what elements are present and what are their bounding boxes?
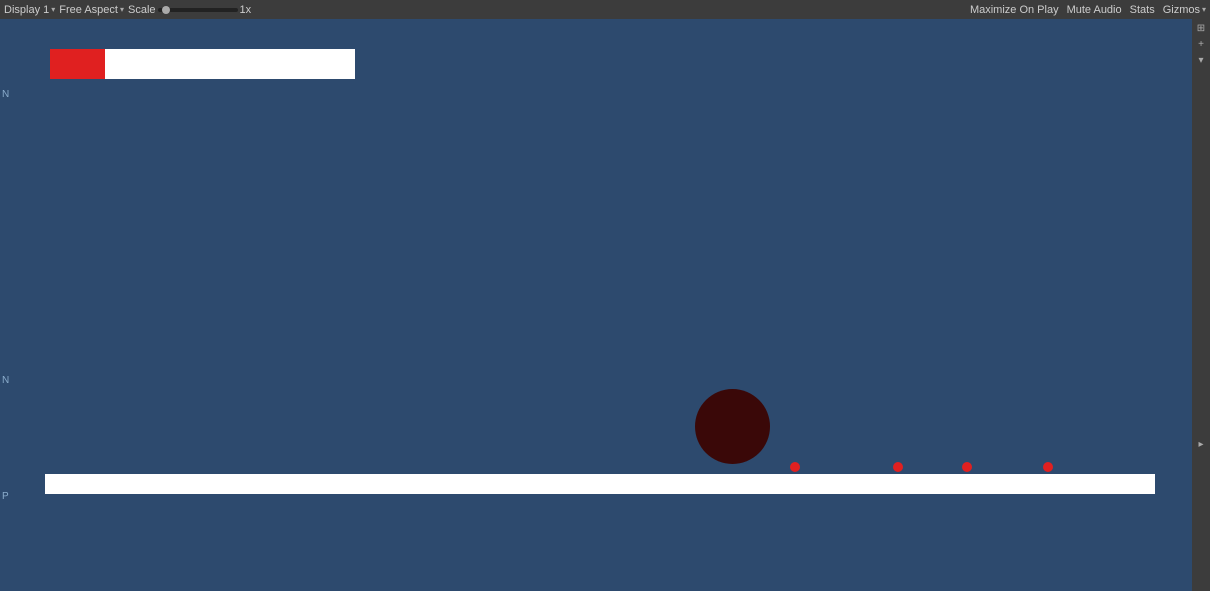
red-dot-4 — [1043, 462, 1053, 472]
hud-red-block — [50, 49, 105, 79]
red-dot-2 — [893, 462, 903, 472]
maximize-label: Maximize On Play — [970, 4, 1059, 16]
aspect-selector[interactable]: Free Aspect ▾ — [59, 4, 124, 16]
red-dot-3 — [962, 462, 972, 472]
mute-audio-button[interactable]: Mute Audio — [1067, 4, 1122, 16]
display-label: Display 1 — [4, 4, 49, 16]
scale-slider[interactable] — [158, 8, 238, 12]
game-view: N N P — [0, 19, 1192, 591]
edge-label-top: N — [2, 89, 9, 100]
down-arrow-icon[interactable]: ▾ — [1194, 53, 1208, 67]
red-dot-1 — [790, 462, 800, 472]
aspect-label: Free Aspect — [59, 4, 118, 16]
ground-platform — [45, 474, 1155, 494]
game-ball — [695, 389, 770, 464]
hud-white-block — [105, 49, 355, 79]
grid-icon[interactable]: ⊞ — [1194, 21, 1208, 35]
scale-thumb — [162, 6, 170, 14]
scale-control: Scale 1x — [128, 4, 251, 16]
edge-label-bot: P — [2, 491, 9, 502]
hud-bar — [50, 49, 355, 79]
toolbar: Display 1 ▾ Free Aspect ▾ Scale 1x Maxim… — [0, 0, 1210, 19]
aspect-arrow: ▾ — [120, 5, 124, 14]
stats-label: Stats — [1130, 4, 1155, 16]
stats-button[interactable]: Stats — [1130, 4, 1155, 16]
maximize-on-play-button[interactable]: Maximize On Play — [970, 4, 1059, 16]
right-arrow-icon[interactable]: ▸ — [1194, 437, 1208, 451]
scale-label: Scale — [128, 4, 156, 16]
display-selector[interactable]: Display 1 ▾ — [4, 4, 55, 16]
mute-label: Mute Audio — [1067, 4, 1122, 16]
edge-label-mid: N — [2, 375, 9, 386]
toolbar-right: Maximize On Play Mute Audio Stats Gizmos… — [970, 4, 1206, 16]
plus-icon[interactable]: + — [1194, 37, 1208, 51]
right-panel: ⊞ + ▾ ▸ — [1192, 19, 1210, 591]
gizmos-selector[interactable]: Gizmos ▾ — [1163, 4, 1206, 16]
gizmos-label: Gizmos — [1163, 4, 1200, 16]
gizmos-arrow: ▾ — [1202, 5, 1206, 14]
display-arrow: ▾ — [51, 5, 55, 14]
scale-value: 1x — [240, 4, 252, 16]
